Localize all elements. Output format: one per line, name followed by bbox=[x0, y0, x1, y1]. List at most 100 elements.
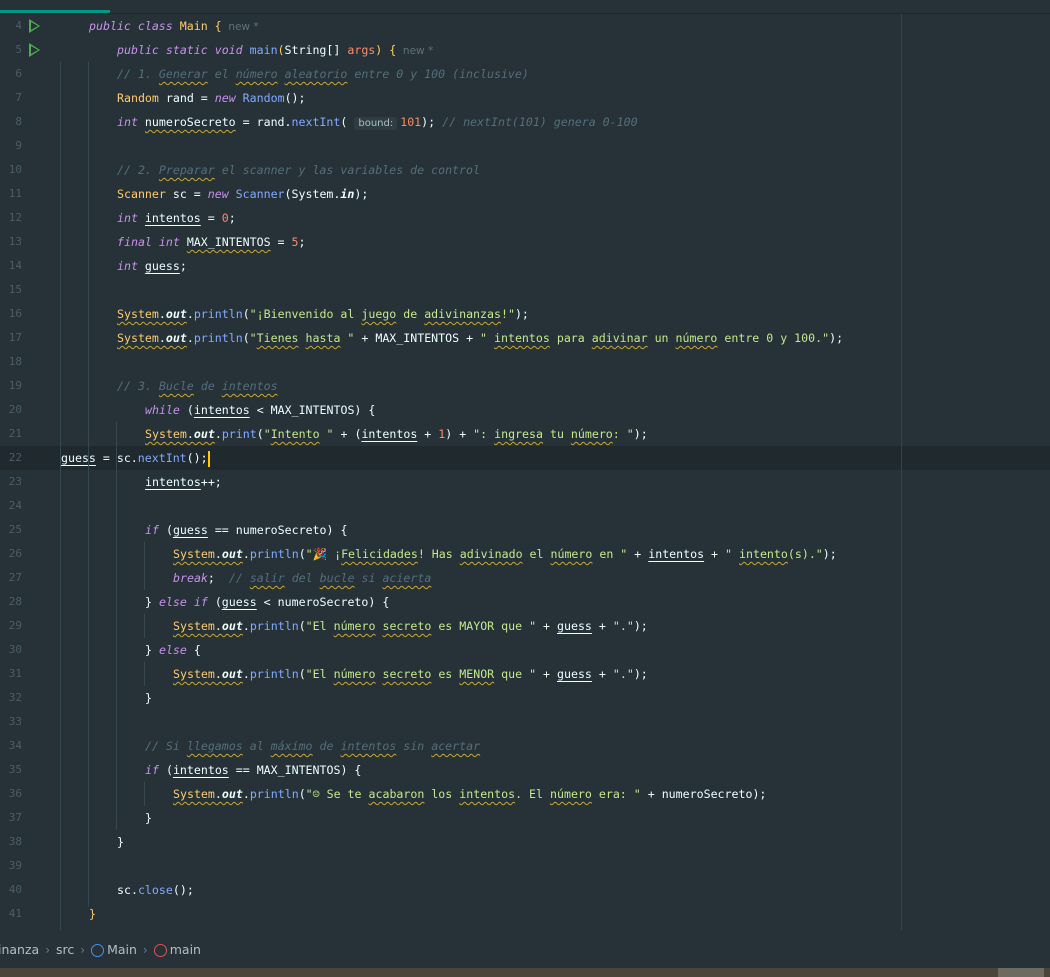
code-token: ) { bbox=[375, 43, 397, 57]
line-number[interactable]: 34 bbox=[0, 734, 22, 758]
code-line[interactable]: 17 System.out.println("Tienes hasta " + M… bbox=[0, 326, 1050, 350]
line-number[interactable]: 38 bbox=[0, 830, 22, 854]
line-number[interactable]: 11 bbox=[0, 182, 22, 206]
line-number[interactable]: 27 bbox=[0, 566, 22, 590]
line-number[interactable]: 13 bbox=[0, 230, 22, 254]
code-line[interactable]: 8 int numeroSecreto = rand.nextInt( bound… bbox=[0, 110, 1050, 134]
line-number[interactable]: 41 bbox=[0, 902, 22, 926]
editor-tab-bar bbox=[0, 0, 1050, 14]
line-number[interactable]: 30 bbox=[0, 638, 22, 662]
code-line[interactable]: 19 // 3. Bucle de intentos bbox=[0, 374, 1050, 398]
code-line[interactable]: 22 guess = sc.nextInt(); bbox=[0, 446, 1050, 470]
code-line[interactable]: 30} else { bbox=[0, 638, 1050, 662]
code-text: // Si llegamos al máximo de intentos sin… bbox=[145, 734, 480, 758]
line-number[interactable]: 12 bbox=[0, 206, 22, 230]
code-line[interactable]: 28} else if (guess < numeroSecreto) { bbox=[0, 590, 1050, 614]
line-number[interactable]: 16 bbox=[0, 302, 22, 326]
code-line[interactable]: 40 sc.close(); bbox=[0, 878, 1050, 902]
line-number[interactable]: 18 bbox=[0, 350, 22, 374]
code-line[interactable]: 9 bbox=[0, 134, 1050, 158]
breadcrumb-project[interactable]: inanza bbox=[0, 938, 39, 962]
line-number[interactable]: 20 bbox=[0, 398, 22, 422]
code-token: MENOR bbox=[459, 667, 495, 681]
code-text: System.out.println("¡Bienvenido al juego… bbox=[117, 302, 529, 326]
code-token: ( bbox=[277, 43, 285, 57]
code-line[interactable]: 6 // 1. Generar el número aleatorio entre… bbox=[0, 62, 1050, 86]
horizontal-scrollbar[interactable] bbox=[0, 968, 1050, 977]
code-line[interactable]: 7 Random rand = new Random(); bbox=[0, 86, 1050, 110]
code-line[interactable]: 12 int intentos = 0; bbox=[0, 206, 1050, 230]
line-number[interactable]: 31 bbox=[0, 662, 22, 686]
code-line[interactable]: 20 while (intentos < MAX_INTENTOS) { bbox=[0, 398, 1050, 422]
line-number[interactable]: 35 bbox=[0, 758, 22, 782]
line-number[interactable]: 4 bbox=[0, 14, 22, 38]
line-number[interactable]: 32 bbox=[0, 686, 22, 710]
code-line[interactable]: 21 System.out.print("Intento " + (intento… bbox=[0, 422, 1050, 446]
code-line[interactable]: 10 // 2. Preparar el scanner y las variab… bbox=[0, 158, 1050, 182]
code-line[interactable]: 15 bbox=[0, 278, 1050, 302]
code-editor[interactable]: 22 guess = sc.nextInt(); 4 public class Ma… bbox=[0, 14, 1050, 934]
line-number[interactable]: 14 bbox=[0, 254, 22, 278]
line-number[interactable]: 21 bbox=[0, 422, 22, 446]
code-line[interactable]: 11 Scanner sc = new Scanner(System.in); bbox=[0, 182, 1050, 206]
code-line[interactable]: 14 int guess; bbox=[0, 254, 1050, 278]
breadcrumb-class[interactable]: Main bbox=[91, 938, 137, 962]
code-token: + bbox=[536, 619, 557, 633]
code-token: < MAX_INTENTOS) { bbox=[249, 403, 376, 417]
line-number[interactable]: 26 bbox=[0, 542, 22, 566]
line-number[interactable]: 25 bbox=[0, 518, 22, 542]
code-line[interactable]: 18 bbox=[0, 350, 1050, 374]
code-line[interactable]: 37} bbox=[0, 806, 1050, 830]
code-line[interactable]: 13 final int MAX_INTENTOS = 5; bbox=[0, 230, 1050, 254]
run-gutter-icon[interactable] bbox=[29, 43, 40, 57]
code-line[interactable]: 26 System.out.println("🎉 ¡Felicidades! Ha… bbox=[0, 542, 1050, 566]
code-line[interactable]: 23 intentos++; bbox=[0, 470, 1050, 494]
code-line[interactable]: 35 if (intentos == MAX_INTENTOS) { bbox=[0, 758, 1050, 782]
line-number[interactable]: 8 bbox=[0, 110, 22, 134]
breadcrumb-method[interactable]: main bbox=[153, 938, 201, 962]
line-number[interactable]: 19 bbox=[0, 374, 22, 398]
line-number[interactable]: 9 bbox=[0, 134, 22, 158]
line-number[interactable]: 23 bbox=[0, 470, 22, 494]
active-tab-indicator[interactable] bbox=[0, 10, 110, 13]
code-line[interactable]: 31 System.out.println("El número secreto … bbox=[0, 662, 1050, 686]
line-number[interactable]: 37 bbox=[0, 806, 22, 830]
code-line[interactable]: 29 System.out.println("El número secreto … bbox=[0, 614, 1050, 638]
line-number[interactable]: 33 bbox=[0, 710, 22, 734]
code-token: // Si bbox=[145, 739, 187, 753]
code-line[interactable]: 24 bbox=[0, 494, 1050, 518]
code-line[interactable]: 38} bbox=[0, 830, 1050, 854]
breadcrumb-folder[interactable]: src bbox=[56, 938, 74, 962]
code-line[interactable]: 25 if (guess == numeroSecreto) { bbox=[0, 518, 1050, 542]
code-line[interactable]: 32} bbox=[0, 686, 1050, 710]
code-token: . bbox=[186, 307, 194, 321]
code-token: if bbox=[145, 523, 166, 537]
code-line[interactable]: 41} bbox=[0, 902, 1050, 926]
code-line[interactable]: 16 System.out.println("¡Bienvenido al jue… bbox=[0, 302, 1050, 326]
line-number[interactable]: 15 bbox=[0, 278, 22, 302]
code-token: . bbox=[158, 331, 166, 345]
code-line[interactable]: 33 bbox=[0, 710, 1050, 734]
line-number[interactable]: 36 bbox=[0, 782, 22, 806]
code-line[interactable]: 4 public class Main { new * bbox=[0, 14, 1050, 38]
line-number[interactable]: 24 bbox=[0, 494, 22, 518]
code-line[interactable]: 5 public static void main(String[] args) … bbox=[0, 38, 1050, 62]
line-number[interactable]: 40 bbox=[0, 878, 22, 902]
code-line[interactable]: 27 break; // salir del bucle si acierta bbox=[0, 566, 1050, 590]
line-number[interactable]: 6 bbox=[0, 62, 22, 86]
run-gutter-icon[interactable] bbox=[29, 19, 40, 33]
line-number[interactable]: 17 bbox=[0, 326, 22, 350]
line-number[interactable]: 28 bbox=[0, 590, 22, 614]
line-number[interactable]: 5 bbox=[0, 38, 22, 62]
line-number[interactable]: 22 bbox=[0, 446, 22, 470]
code-line[interactable]: 39 bbox=[0, 854, 1050, 878]
code-line[interactable]: 36 System.out.println("☹ Se te acabaron l… bbox=[0, 782, 1050, 806]
line-number[interactable]: 7 bbox=[0, 86, 22, 110]
code-token: // 2. bbox=[117, 163, 159, 177]
code-line[interactable]: 34 // Si llegamos al máximo de intentos s… bbox=[0, 734, 1050, 758]
line-number[interactable]: 29 bbox=[0, 614, 22, 638]
scrollbar-thumb[interactable] bbox=[998, 968, 1044, 977]
code-token: . bbox=[242, 619, 250, 633]
line-number[interactable]: 10 bbox=[0, 158, 22, 182]
line-number[interactable]: 39 bbox=[0, 854, 22, 878]
